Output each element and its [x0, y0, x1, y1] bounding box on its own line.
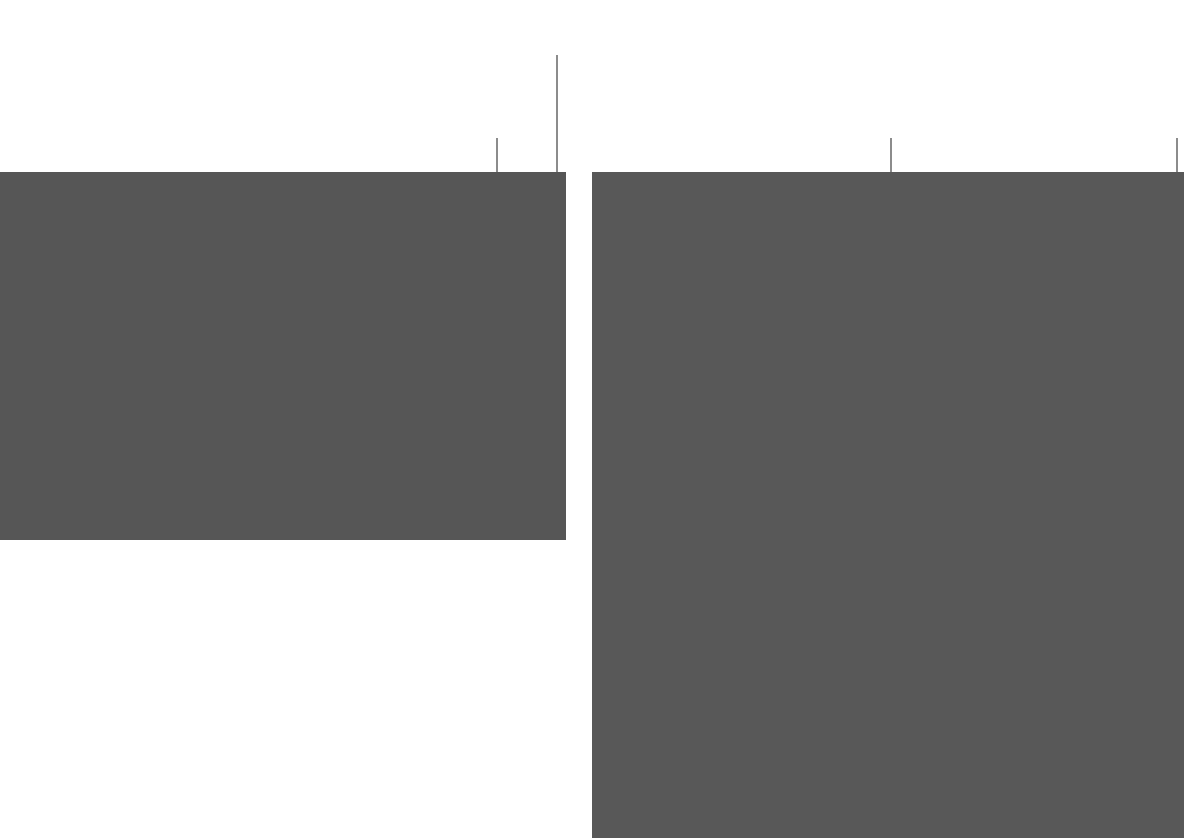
screenshot-root — [0, 0, 1184, 838]
track-headers-panel — [0, 172, 566, 540]
mixer-panel — [592, 172, 1184, 838]
